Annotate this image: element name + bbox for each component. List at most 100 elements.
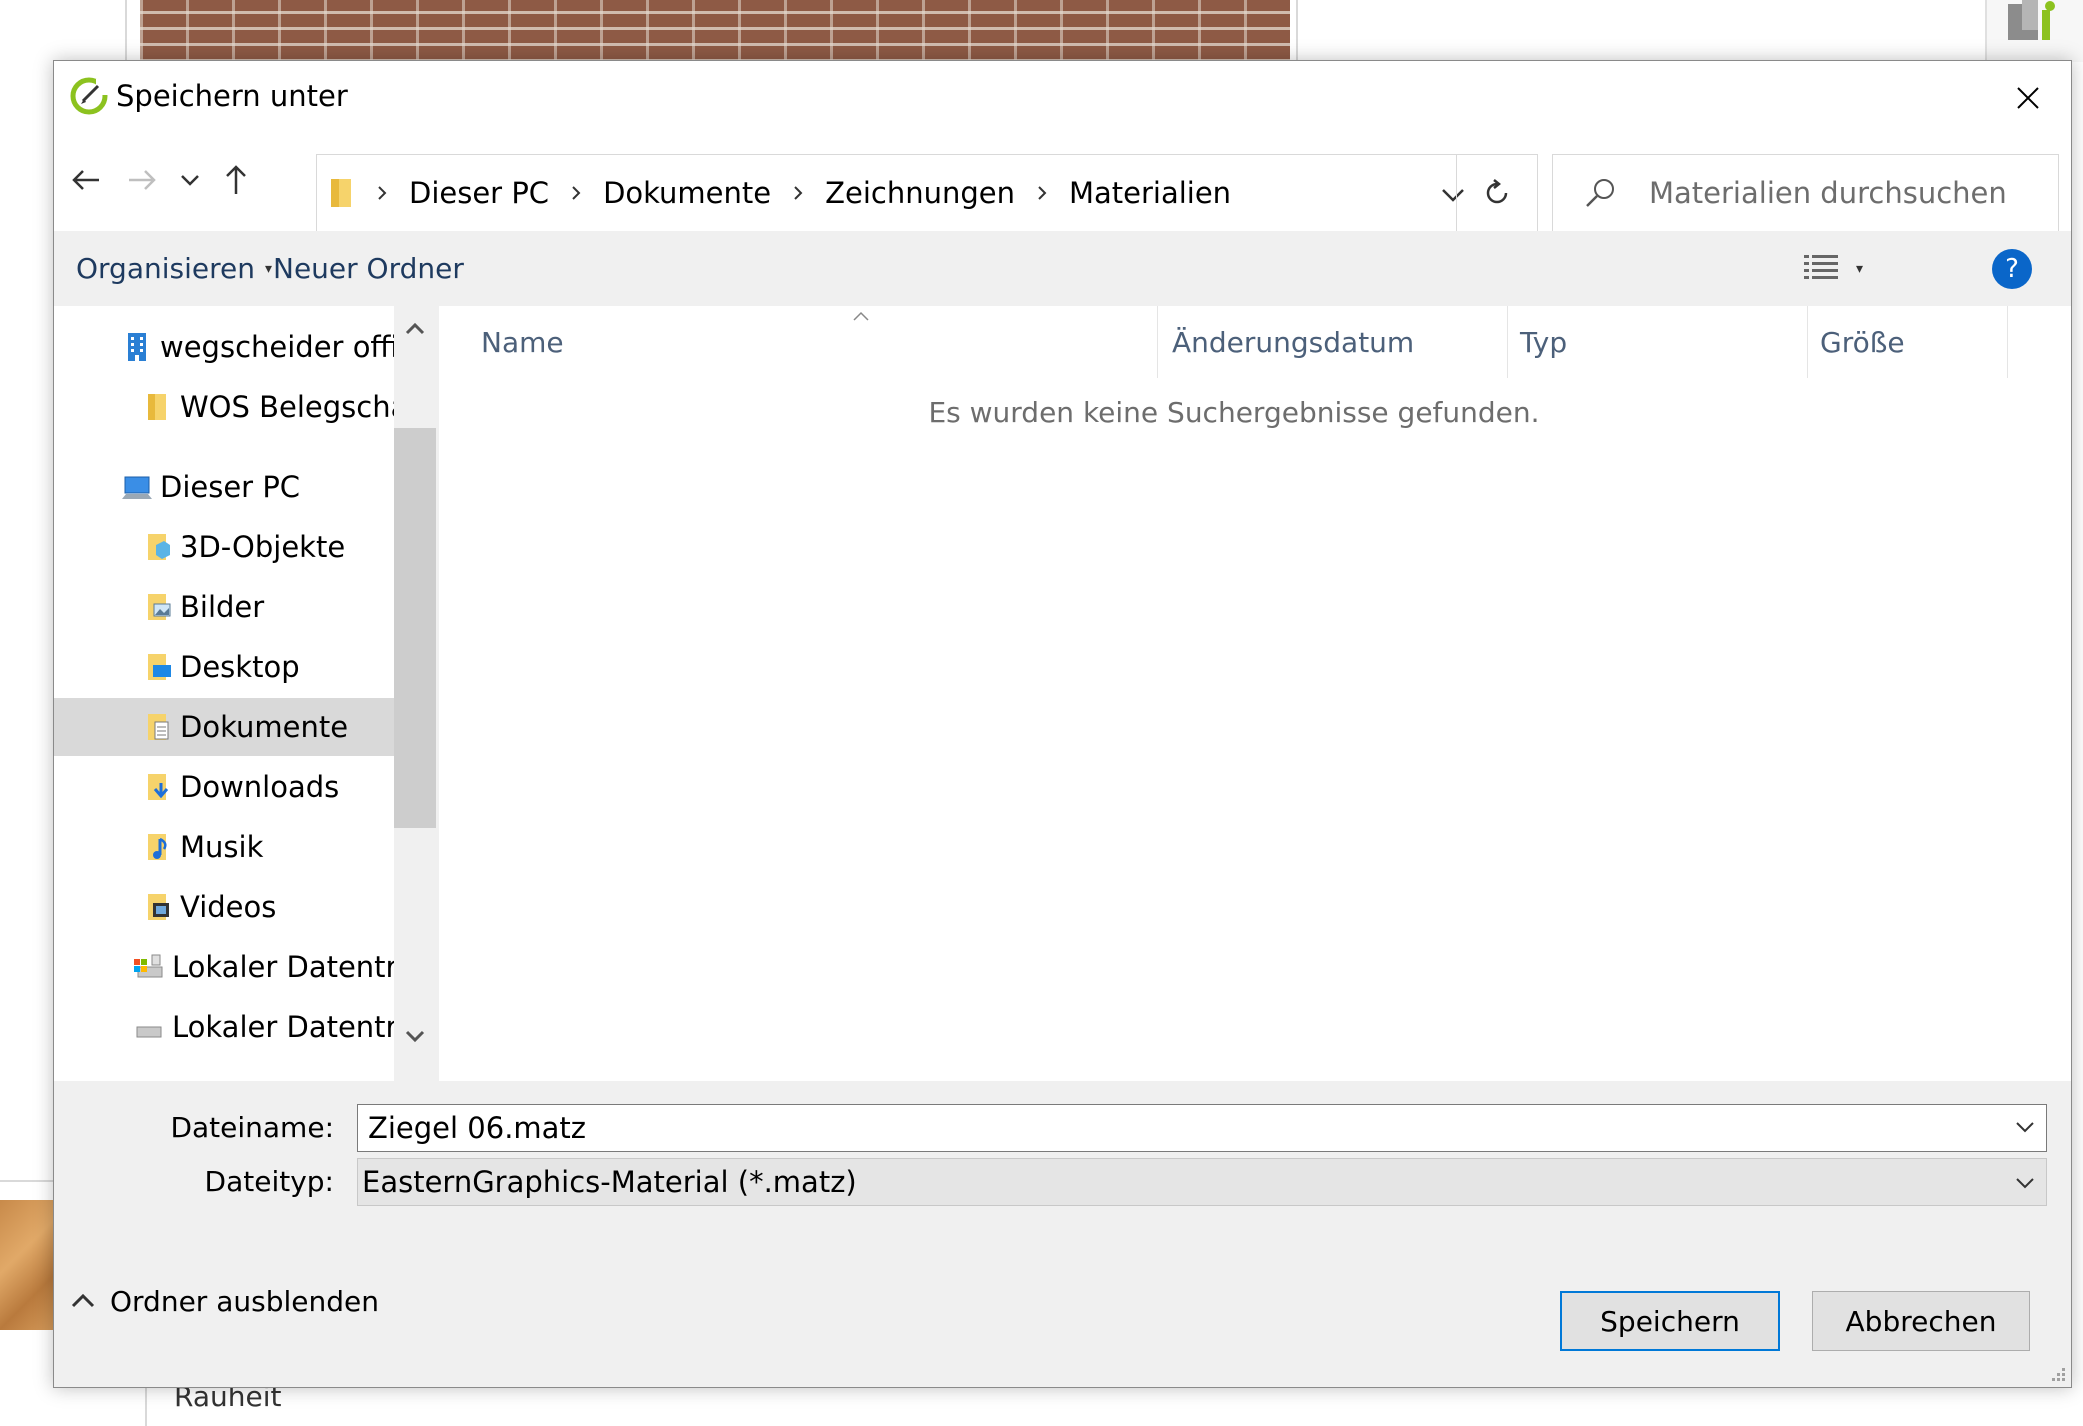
filename-input[interactable] <box>357 1104 2047 1152</box>
breadcrumb-separator <box>559 183 593 203</box>
background-divider <box>1296 0 1298 62</box>
navigation-scrollbar[interactable] <box>394 306 436 1081</box>
breadcrumb: Dieser PC Dokumente Zeichnungen Material… <box>365 155 1241 231</box>
nav-item-label: 3D-Objekte <box>180 530 346 564</box>
breadcrumb-item[interactable]: Dokumente <box>593 176 781 210</box>
nav-item-label: Desktop <box>180 650 300 684</box>
nav-item-lokaler-datenträger[interactable]: Lokaler Datenträger <box>54 938 394 996</box>
videos-folder-icon <box>142 891 172 923</box>
background-divider <box>0 1180 55 1182</box>
documents-folder-icon <box>142 711 172 743</box>
cancel-button[interactable]: Abbrechen <box>1812 1291 2030 1351</box>
nav-item-dieser-pc[interactable]: Dieser PC <box>54 458 394 516</box>
search-icon <box>1586 179 1614 207</box>
resize-grip-icon[interactable] <box>2047 1363 2067 1383</box>
hide-folders-label: Ordner ausblenden <box>110 1284 379 1318</box>
filetype-value: EasternGraphics-Material (*.matz) <box>362 1165 857 1199</box>
nav-item-videos[interactable]: Videos <box>54 878 394 936</box>
office-building-icon <box>122 331 152 363</box>
column-divider <box>1507 306 1508 378</box>
chevron-right-icon <box>572 186 581 200</box>
nav-item-label: Lokaler Datenträger <box>172 950 394 984</box>
search-box[interactable] <box>1552 154 2059 232</box>
filetype-select[interactable]: EasternGraphics-Material (*.matz) <box>357 1158 2047 1206</box>
nav-item-dokumente[interactable]: Dokumente <box>54 698 394 756</box>
app-logo-icon <box>70 77 108 115</box>
nav-item-3d-objekte[interactable]: 3D-Objekte <box>54 518 394 576</box>
new-folder-button[interactable]: Neuer Ordner <box>273 231 464 306</box>
breadcrumb-item[interactable]: Zeichnungen <box>815 176 1025 210</box>
scroll-thumb[interactable] <box>394 428 436 828</box>
nav-item-desktop[interactable]: Desktop <box>54 638 394 696</box>
organize-menu-button[interactable]: Organisieren ▾ <box>76 231 272 306</box>
nav-item-label: Bilder <box>180 590 265 624</box>
nav-item-label: Dieser PC <box>160 470 301 504</box>
empty-results-message: Es wurden keine Suchergebnisse gefunden. <box>928 396 1540 429</box>
close-icon <box>2017 87 2039 109</box>
forward-button[interactable] <box>120 158 164 202</box>
command-bar: Organisieren ▾ Neuer Ordner ▾ ? <box>54 231 2071 306</box>
background-divider <box>145 1385 147 1426</box>
downloads-folder-icon <box>142 771 172 803</box>
app-info-icon <box>2008 0 2055 40</box>
search-input[interactable] <box>1649 155 2049 231</box>
help-button[interactable]: ? <box>1992 249 2032 289</box>
breadcrumb-separator <box>1025 183 1059 203</box>
column-divider <box>1157 306 1158 378</box>
navigation-bar: Dieser PC Dokumente Zeichnungen Material… <box>54 136 2071 232</box>
nav-item-lokaler-datenträger[interactable]: Lokaler Datenträger <box>54 998 394 1056</box>
local-drive-windows-icon <box>134 951 164 983</box>
breadcrumb-separator <box>365 183 399 203</box>
arrow-up-icon <box>226 165 246 194</box>
breadcrumb-separator <box>781 183 815 203</box>
caret-down-icon: ▾ <box>264 260 273 277</box>
chevron-right-icon <box>378 186 387 200</box>
recent-locations-button[interactable] <box>168 158 212 202</box>
chevron-up-icon <box>405 322 425 335</box>
filename-label: Dateiname: <box>170 1111 334 1144</box>
3d-objects-folder-icon <box>142 531 172 563</box>
nav-item-label: Videos <box>180 890 277 924</box>
nav-item-musik[interactable]: Musik <box>54 818 394 876</box>
nav-item-downloads[interactable]: Downloads <box>54 758 394 816</box>
chevron-up-icon <box>71 1293 95 1308</box>
arrow-right-icon <box>129 170 156 190</box>
chevron-down-icon <box>181 175 199 186</box>
save-options-panel: Dateiname: Dateityp: EasternGraphics-Mat… <box>54 1081 2071 1387</box>
organize-label: Organisieren <box>76 252 255 285</box>
nav-item-wos-belegschaft[interactable]: WOS Belegschaft <box>54 378 394 436</box>
scroll-down-button[interactable] <box>400 1021 430 1051</box>
column-header-name[interactable]: Name <box>481 306 564 378</box>
hide-folders-toggle[interactable]: Ordner ausblenden <box>70 1271 379 1331</box>
chevron-down-icon[interactable] <box>2014 1119 2036 1135</box>
nav-item-wegscheider-office[interactable]: wegscheider office <box>54 318 394 376</box>
chevron-down-icon <box>405 1030 425 1043</box>
arrow-left-icon <box>72 170 99 190</box>
address-bar[interactable]: Dieser PC Dokumente Zeichnungen Material… <box>316 154 1538 232</box>
up-button[interactable] <box>214 158 258 202</box>
scroll-up-button[interactable] <box>400 314 430 344</box>
column-header-size[interactable]: Größe <box>1820 306 1905 378</box>
close-button[interactable] <box>2003 73 2053 123</box>
save-button[interactable]: Speichern <box>1560 1291 1780 1351</box>
breadcrumb-item[interactable]: Materialien <box>1059 176 1241 210</box>
nav-item-bilder[interactable]: Bilder <box>54 578 394 636</box>
column-header-type[interactable]: Typ <box>1520 306 1567 378</box>
sort-ascending-icon <box>853 311 869 321</box>
folder-icon <box>331 179 351 207</box>
question-mark-icon: ? <box>2005 254 2019 284</box>
chevron-down-icon <box>2016 1178 2034 1189</box>
details-view-icon <box>1804 255 1838 279</box>
save-as-dialog: Speichern unter Dieser PC Dokumente Zeic… <box>53 60 2072 1388</box>
chevron-right-icon <box>1038 186 1047 200</box>
refresh-button[interactable] <box>1456 155 1537 231</box>
column-header-date[interactable]: Änderungsdatum <box>1172 306 1414 378</box>
change-view-button[interactable]: ▾ <box>1804 249 1884 289</box>
column-divider <box>2007 306 2008 378</box>
local-drive-icon <box>134 1011 164 1043</box>
back-button[interactable] <box>64 158 108 202</box>
file-list: Name Änderungsdatum Typ Größe Es wurden … <box>439 306 2071 1081</box>
title-bar: Speichern unter <box>54 61 2071 136</box>
breadcrumb-item[interactable]: Dieser PC <box>399 176 559 210</box>
nav-item-label: Dokumente <box>180 710 349 744</box>
